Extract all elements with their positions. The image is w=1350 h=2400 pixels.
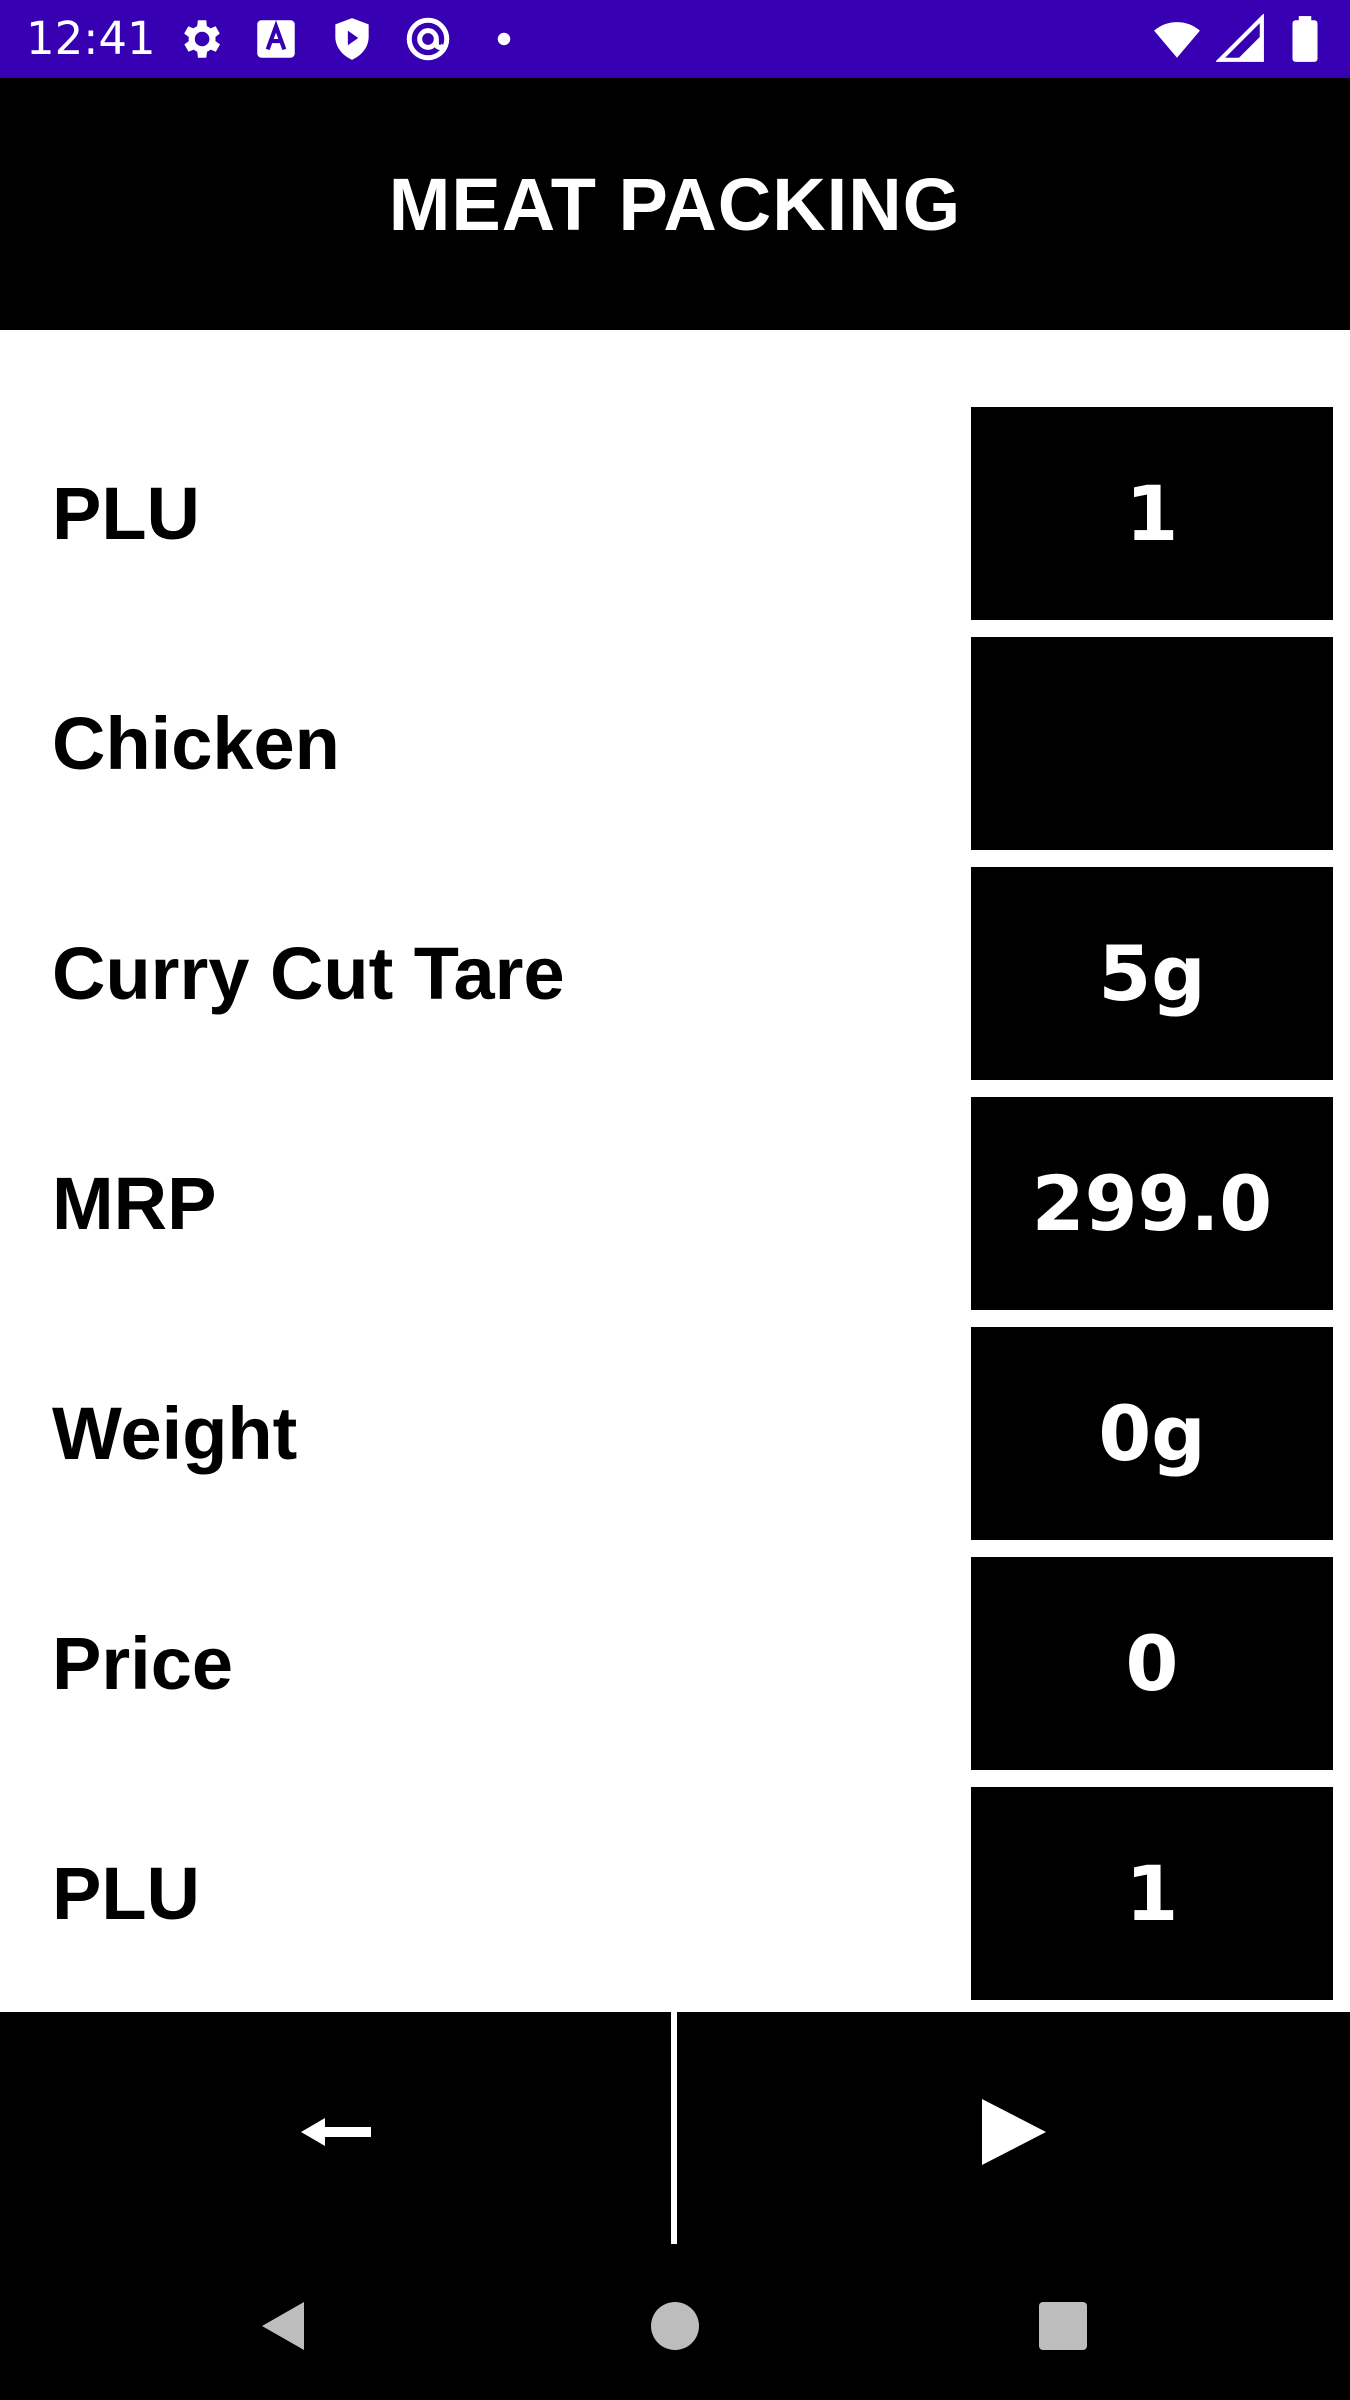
recents-square-icon bbox=[1039, 2302, 1087, 2350]
left-arrow-icon bbox=[300, 2118, 371, 2146]
play-icon bbox=[981, 2099, 1046, 2165]
nav-home-button[interactable] bbox=[575, 2252, 775, 2400]
row-label: PLU bbox=[52, 472, 200, 555]
page-title: MEAT PACKING bbox=[388, 162, 962, 246]
row-value[interactable] bbox=[971, 637, 1333, 850]
nav-recents-button[interactable] bbox=[963, 2252, 1163, 2400]
nav-back-button[interactable] bbox=[183, 2252, 383, 2400]
status-icons-left bbox=[175, 14, 529, 64]
bottom-action-bar bbox=[0, 2012, 1350, 2252]
row-label: PLU bbox=[52, 1852, 200, 1935]
home-circle-icon bbox=[651, 2302, 699, 2350]
cell-signal-icon bbox=[1216, 14, 1264, 62]
row-plu-2: PLU 1 bbox=[0, 1787, 1350, 2000]
row-tare: Curry Cut Tare 5g bbox=[0, 867, 1350, 1080]
row-mrp: MRP 299.0 bbox=[0, 1097, 1350, 1310]
status-bar: 12:41 bbox=[0, 0, 1350, 78]
status-time: 12:41 bbox=[26, 12, 156, 65]
system-nav-bar bbox=[0, 2252, 1350, 2400]
row-label: Weight bbox=[52, 1392, 298, 1475]
row-label: Price bbox=[52, 1622, 234, 1705]
play-button[interactable] bbox=[677, 2012, 1350, 2252]
row-value[interactable]: 5g bbox=[971, 867, 1333, 1080]
row-label: Chicken bbox=[52, 702, 340, 785]
app-bar: MEAT PACKING bbox=[0, 78, 1350, 330]
row-product: Chicken bbox=[0, 637, 1350, 850]
wifi-icon bbox=[1154, 22, 1200, 58]
dot-icon bbox=[497, 32, 511, 46]
row-value[interactable]: 0 bbox=[971, 1557, 1333, 1770]
row-weight: Weight 0g bbox=[0, 1327, 1350, 1540]
row-value[interactable]: 299.0 bbox=[971, 1097, 1333, 1310]
row-value[interactable]: 0g bbox=[971, 1327, 1333, 1540]
row-label: MRP bbox=[52, 1162, 217, 1245]
row-plu: PLU 1 bbox=[0, 407, 1350, 620]
text-input-icon bbox=[257, 20, 295, 58]
battery-icon bbox=[1292, 16, 1318, 62]
row-value[interactable]: 1 bbox=[971, 407, 1333, 620]
row-label: Curry Cut Tare bbox=[52, 932, 565, 1015]
back-triangle-icon bbox=[262, 2302, 304, 2350]
shield-play-icon bbox=[335, 18, 369, 60]
at-sync-icon bbox=[406, 17, 450, 61]
gear-icon bbox=[184, 20, 220, 58]
back-button[interactable] bbox=[0, 2012, 671, 2252]
row-value[interactable]: 1 bbox=[971, 1787, 1333, 2000]
status-icons-right bbox=[1152, 14, 1330, 64]
row-price: Price 0 bbox=[0, 1557, 1350, 1770]
